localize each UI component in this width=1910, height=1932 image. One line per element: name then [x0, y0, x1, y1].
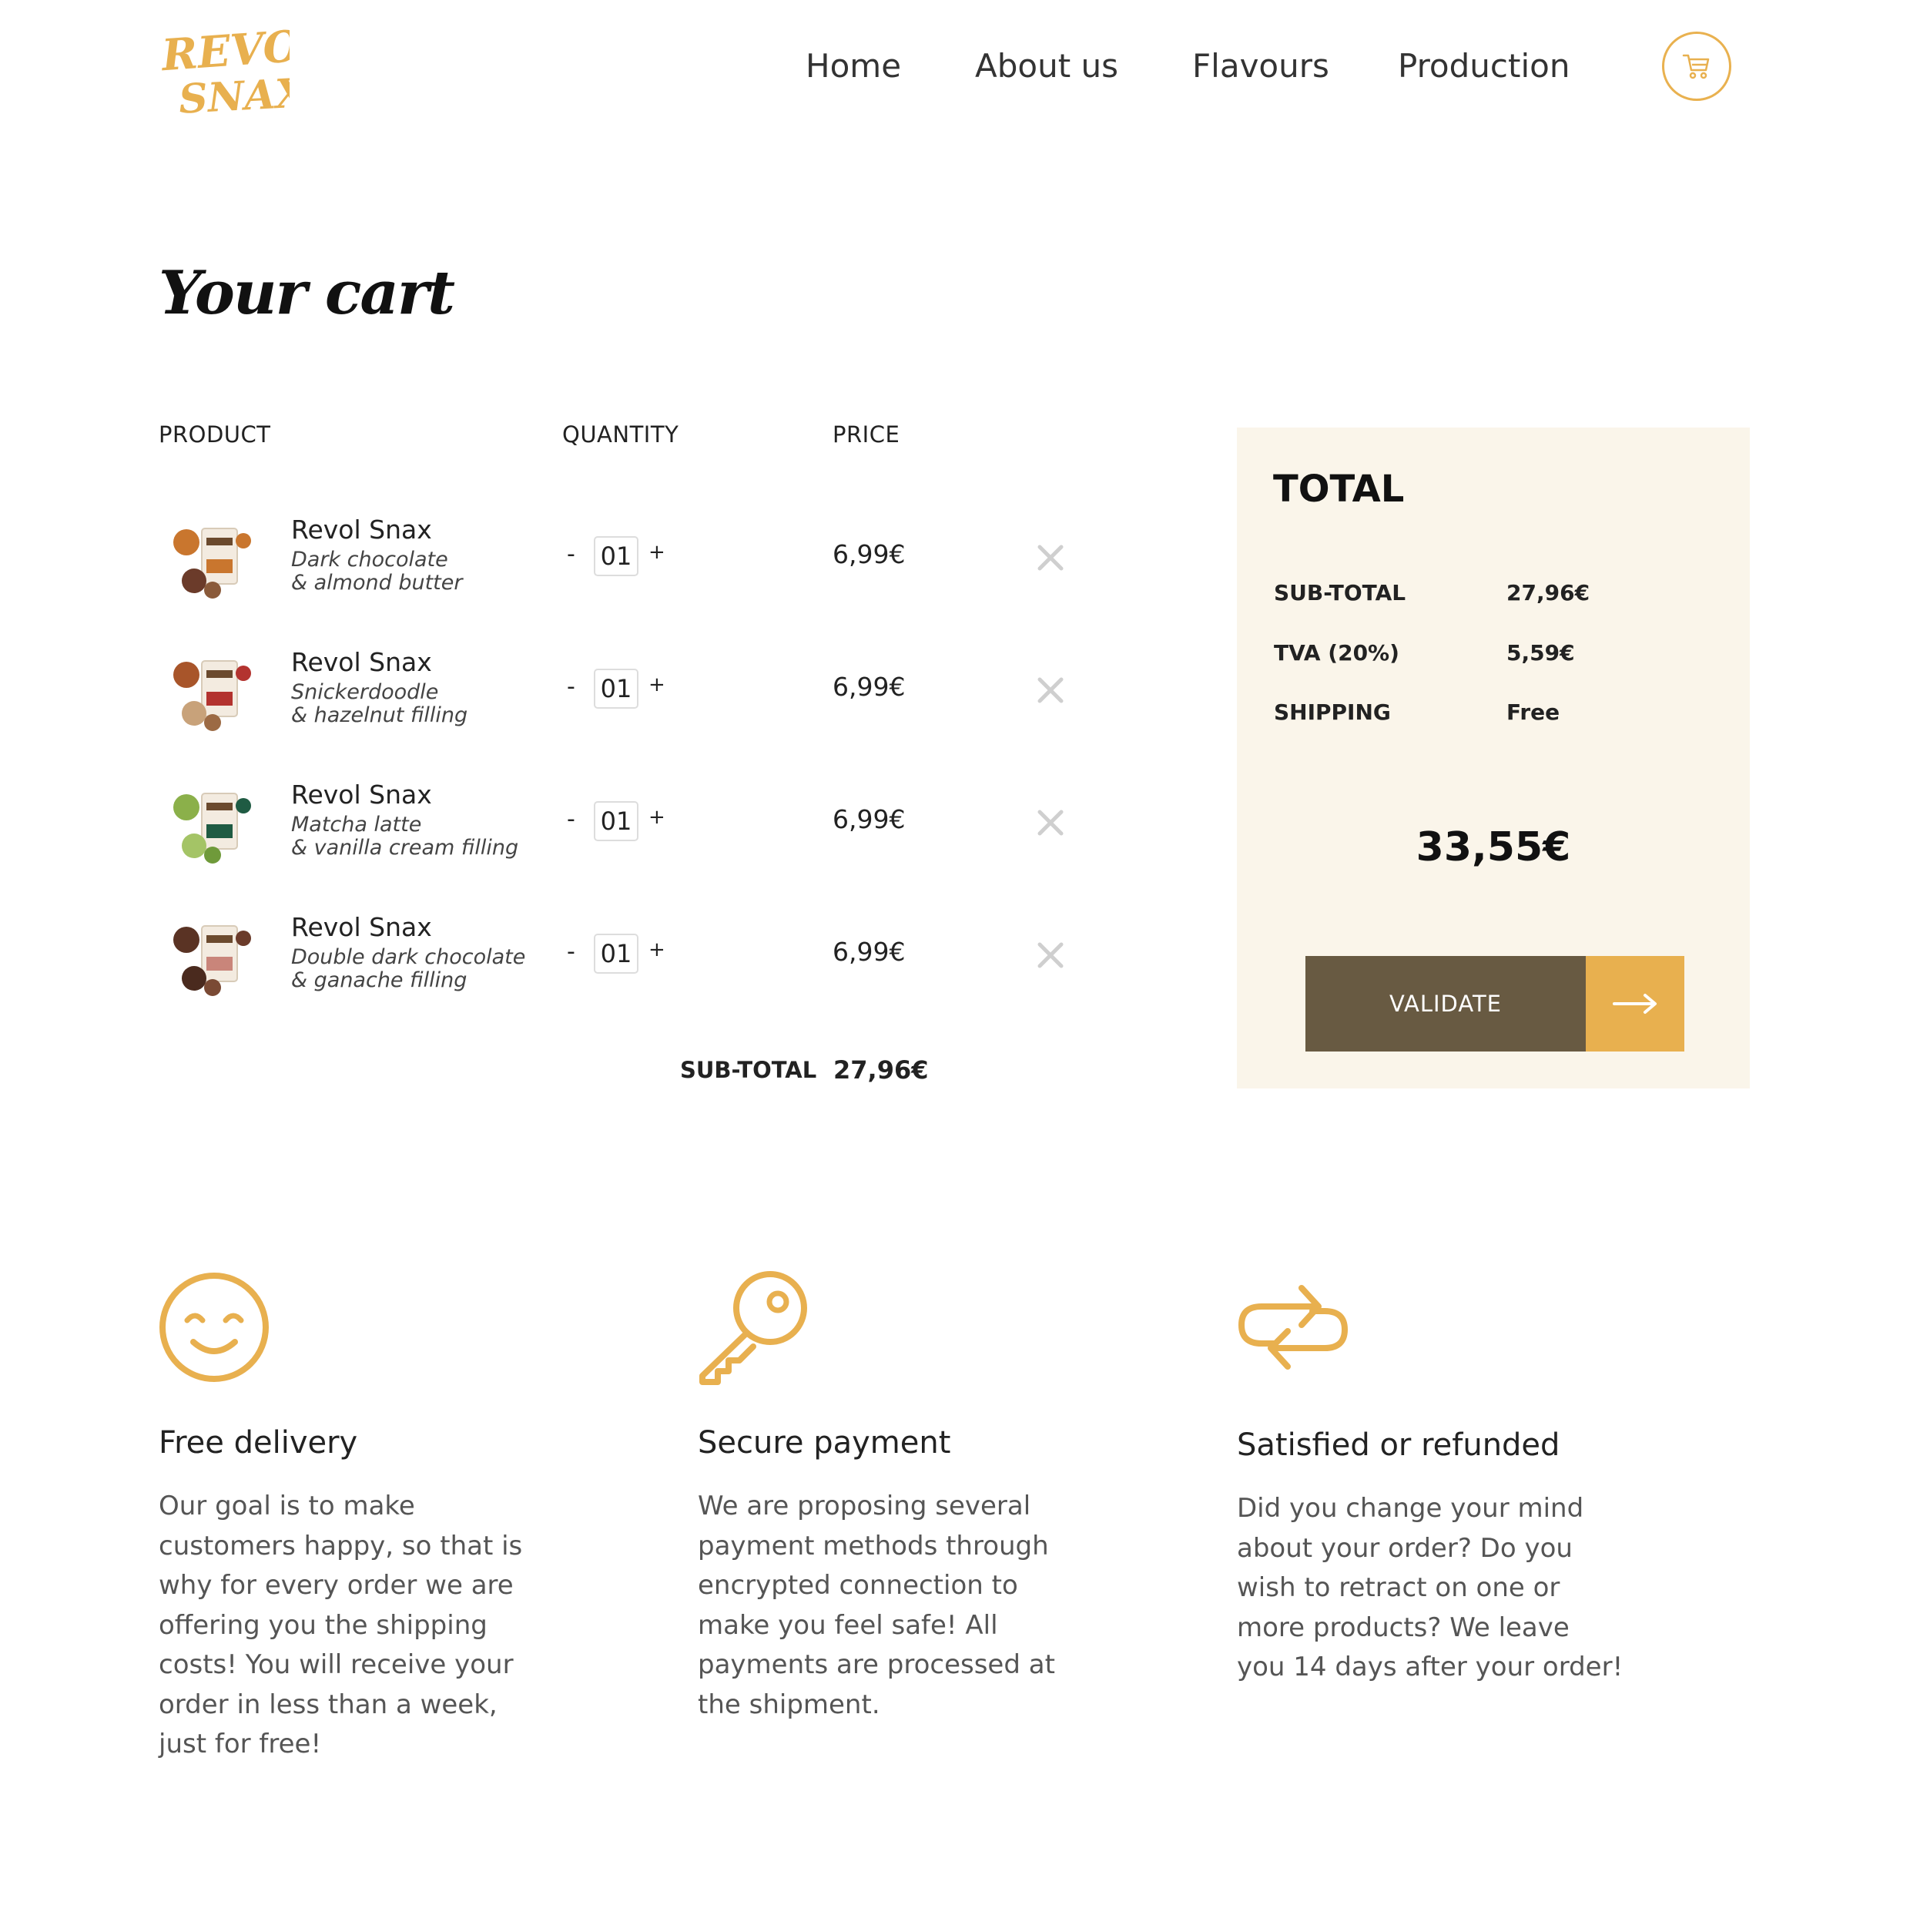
nav-about-us[interactable]: About us — [975, 43, 1118, 89]
feature-title-satisfied-or-refunded: Satisfied or refunded — [1237, 1427, 1560, 1463]
column-header-price: PRICE — [833, 421, 900, 448]
summary-tva-value: 5,59€ — [1506, 640, 1575, 666]
product-description-line2: & almond butter — [291, 571, 463, 595]
quantity-increase-button[interactable]: + — [648, 938, 665, 961]
product-thumbnail — [173, 793, 251, 864]
product-description: Matcha latte & vanilla cream filling — [291, 813, 518, 860]
product-description: Snickerdoodle & hazelnut filling — [291, 681, 467, 727]
grand-total: 33,55€ — [1416, 824, 1571, 870]
summary-shipping-value: Free — [1506, 699, 1560, 725]
cart-row: Revol Snax Double dark chocolate & ganac… — [159, 900, 1083, 1032]
feature-text-line: customers happy, so that is — [159, 1530, 523, 1561]
product-price: 6,99€ — [833, 937, 906, 967]
feature-text-line: why for every order we are — [159, 1570, 514, 1601]
product-description-line1: Snickerdoodle — [291, 680, 439, 704]
feature-text-line: order in less than a week, — [159, 1689, 498, 1720]
table-subtotal-label: SUB-TOTAL — [680, 1057, 817, 1083]
product-description: Dark chocolate & almond butter — [291, 548, 462, 595]
product-price: 6,99€ — [833, 539, 906, 569]
product-thumbnail — [173, 925, 251, 996]
summary-title: TOTAL — [1273, 468, 1405, 511]
feature-text-line: payments are processed at — [698, 1649, 1055, 1680]
feature-text-line: encrypted connection to — [698, 1570, 1018, 1601]
product-thumbnail — [173, 528, 251, 599]
quantity-increase-button[interactable]: + — [648, 806, 665, 829]
product-price: 6,99€ — [833, 804, 906, 834]
product-name: Revol Snax — [291, 647, 432, 677]
feature-text-line: just for free! — [159, 1729, 322, 1759]
quantity-decrease-button[interactable]: - — [567, 806, 575, 833]
feature-text-line: payment methods through — [698, 1530, 1049, 1561]
feature-text-line: about your order? Do you — [1237, 1532, 1573, 1564]
feature-text-line: you 14 days after your order! — [1237, 1652, 1624, 1682]
feature-text-line: costs! You will receive your — [159, 1649, 514, 1680]
quantity-decrease-button[interactable]: - — [567, 673, 575, 700]
product-description-line2: & vanilla cream filling — [291, 836, 519, 860]
feature-title-secure-payment: Secure payment — [698, 1425, 951, 1461]
arrow-right-icon — [1586, 956, 1684, 1052]
quantity-input[interactable]: 01 — [594, 669, 638, 709]
product-description: Double dark chocolate & ganache filling — [291, 946, 525, 992]
product-price: 6,99€ — [833, 672, 906, 702]
cart-button[interactable] — [1662, 32, 1731, 101]
table-subtotal-value: 27,96€ — [833, 1055, 929, 1085]
summary-subtotal-label: SUB-TOTAL — [1274, 580, 1406, 605]
feature-text-line: Did you change your mind — [1237, 1493, 1584, 1524]
quantity-decrease-button[interactable]: - — [567, 541, 575, 568]
product-description-line2: & hazelnut filling — [291, 703, 468, 727]
product-description-line1: Dark chocolate — [291, 548, 448, 572]
feature-text-line: more products? We leave — [1237, 1612, 1570, 1643]
validate-label: VALIDATE — [1305, 956, 1586, 1052]
logo-line2: SNAX — [178, 69, 290, 118]
quantity-increase-button[interactable]: + — [648, 541, 665, 564]
validate-button[interactable]: VALIDATE — [1305, 956, 1684, 1052]
product-name: Revol Snax — [291, 515, 432, 545]
remove-item-close-icon[interactable] — [1035, 940, 1066, 971]
quantity-increase-button[interactable]: + — [648, 673, 665, 696]
feature-text-free-delivery: Our goal is to make customers happy, so … — [159, 1487, 522, 1765]
smiley-icon — [159, 1273, 269, 1382]
product-description-line1: Matcha latte — [291, 813, 422, 837]
order-summary-panel: TOTAL SUB-TOTAL 27,96€ TVA (20%) 5,59€ S… — [1237, 428, 1750, 1088]
refresh-arrows-icon — [1238, 1285, 1349, 1370]
page-title: Your cart — [159, 258, 455, 328]
feature-text-secure-payment: We are proposing several payment methods… — [698, 1487, 1055, 1725]
summary-tva-label: TVA (20%) — [1274, 640, 1399, 666]
feature-text-line: make you feel safe! All — [698, 1609, 998, 1641]
quantity-input[interactable]: 01 — [594, 934, 638, 974]
column-header-product: PRODUCT — [159, 421, 271, 448]
remove-item-close-icon[interactable] — [1035, 675, 1066, 706]
cart-row: Revol Snax Matcha latte & vanilla cream … — [159, 767, 1083, 900]
product-description-line1: Double dark chocolate — [291, 945, 526, 969]
revol-snax-logo[interactable]: REVOL SNAX — [159, 18, 333, 123]
feature-text-line: offering you the shipping — [159, 1609, 488, 1641]
feature-text-line: wish to retract on one or — [1237, 1572, 1560, 1603]
product-name: Revol Snax — [291, 780, 432, 810]
feature-title-free-delivery: Free delivery — [159, 1425, 358, 1461]
remove-item-close-icon[interactable] — [1035, 542, 1066, 573]
cart-row: Revol Snax Dark chocolate & almond butte… — [159, 502, 1083, 635]
column-header-quantity: QUANTITY — [562, 421, 679, 448]
nav-home[interactable]: Home — [806, 43, 901, 89]
product-thumbnail — [173, 660, 251, 731]
feature-text-line: We are proposing several — [698, 1491, 1031, 1521]
key-icon — [699, 1271, 807, 1385]
cart-row: Revol Snax Snickerdoodle & hazelnut fill… — [159, 635, 1083, 767]
nav-flavours[interactable]: Flavours — [1192, 43, 1329, 89]
product-name: Revol Snax — [291, 912, 432, 942]
feature-text-satisfied-or-refunded: Did you change your mind about your orde… — [1237, 1489, 1623, 1688]
feature-text-line: the shipment. — [698, 1689, 880, 1720]
nav-production[interactable]: Production — [1398, 43, 1570, 89]
quantity-decrease-button[interactable]: - — [567, 938, 575, 965]
product-description-line2: & ganache filling — [291, 968, 467, 992]
summary-subtotal-value: 27,96€ — [1506, 580, 1590, 605]
remove-item-close-icon[interactable] — [1035, 807, 1066, 838]
feature-text-line: Our goal is to make — [159, 1491, 415, 1521]
quantity-input[interactable]: 01 — [594, 801, 638, 841]
shopping-cart-icon — [1682, 54, 1710, 79]
quantity-input[interactable]: 01 — [594, 536, 638, 576]
summary-shipping-label: SHIPPING — [1274, 699, 1391, 725]
